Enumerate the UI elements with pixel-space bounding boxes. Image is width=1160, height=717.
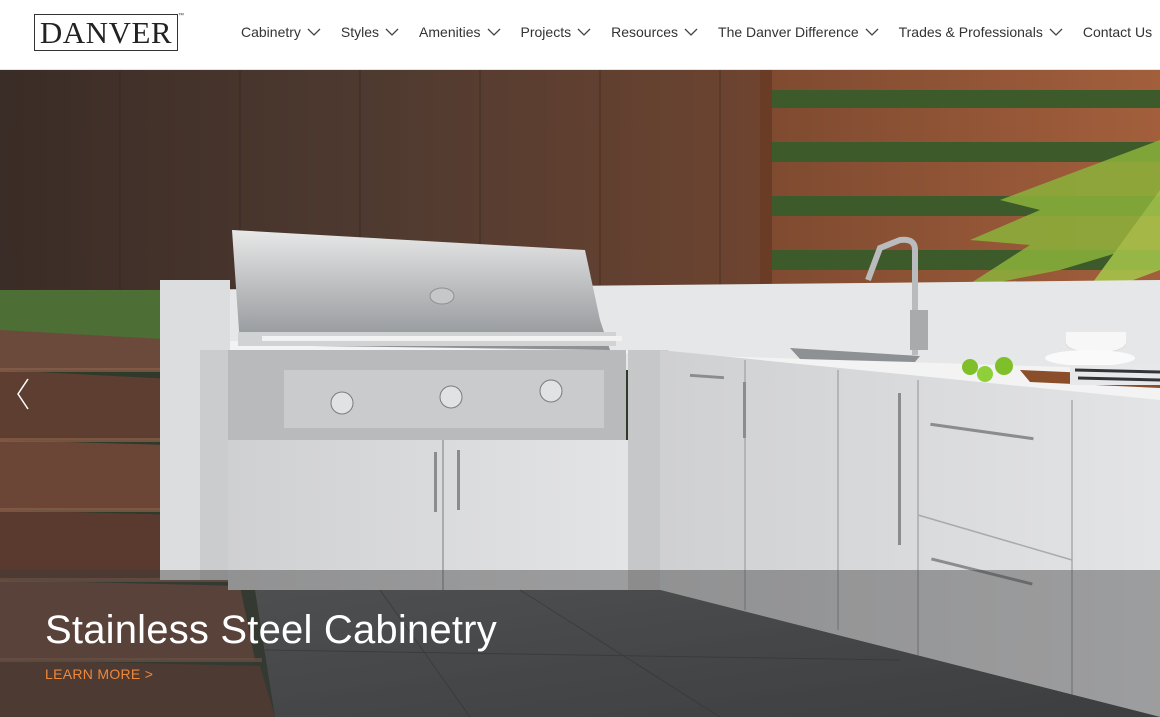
nav-item-label: Styles bbox=[340, 24, 380, 40]
nav-item-cabinetry[interactable]: Cabinetry bbox=[241, 24, 321, 40]
nav-item-label: Amenities bbox=[419, 24, 481, 40]
chevron-down-icon bbox=[385, 28, 399, 36]
chevron-down-icon bbox=[307, 28, 321, 36]
nav-item-label: Projects bbox=[520, 24, 572, 40]
nav-item-amenities[interactable]: Amenities bbox=[419, 24, 500, 40]
nav-item-label: Contact Us bbox=[1082, 24, 1153, 40]
chevron-down-icon bbox=[1049, 28, 1063, 36]
nav-item-styles[interactable]: Styles bbox=[341, 24, 399, 40]
nav-item-danver-difference[interactable]: The Danver Difference bbox=[718, 24, 879, 40]
hero-title: Stainless Steel Cabinetry bbox=[45, 608, 497, 652]
logo-text: DANVER bbox=[39, 15, 173, 50]
chevron-down-icon bbox=[684, 28, 698, 36]
nav-item-label: Cabinetry bbox=[241, 24, 301, 40]
nav-item-label: The Danver Difference bbox=[718, 24, 859, 40]
main-nav: Cabinetry Styles Amenities Projects Reso… bbox=[241, 0, 1152, 64]
nav-item-label: Resources bbox=[611, 24, 679, 40]
site-header: DANVER ™ Cabinetry Styles Amenities Proj… bbox=[0, 0, 1160, 70]
chevron-down-icon bbox=[865, 28, 879, 36]
nav-item-contact-us[interactable]: Contact Us bbox=[1083, 24, 1152, 40]
slider-prev-button[interactable] bbox=[12, 376, 34, 412]
trademark-symbol: ™ bbox=[178, 13, 184, 19]
nav-item-resources[interactable]: Resources bbox=[611, 24, 698, 40]
nav-item-label: Trades & Professionals bbox=[898, 24, 1043, 40]
nav-item-projects[interactable]: Projects bbox=[521, 24, 592, 40]
hero-slider: Stainless Steel Cabinetry LEARN MORE > bbox=[0, 70, 1160, 717]
nav-item-trades-professionals[interactable]: Trades & Professionals bbox=[899, 24, 1063, 40]
danver-logo[interactable]: DANVER bbox=[34, 14, 178, 51]
chevron-down-icon bbox=[487, 28, 500, 36]
chevron-left-icon bbox=[17, 378, 29, 410]
learn-more-link[interactable]: LEARN MORE > bbox=[45, 666, 153, 682]
chevron-down-icon bbox=[577, 28, 591, 36]
